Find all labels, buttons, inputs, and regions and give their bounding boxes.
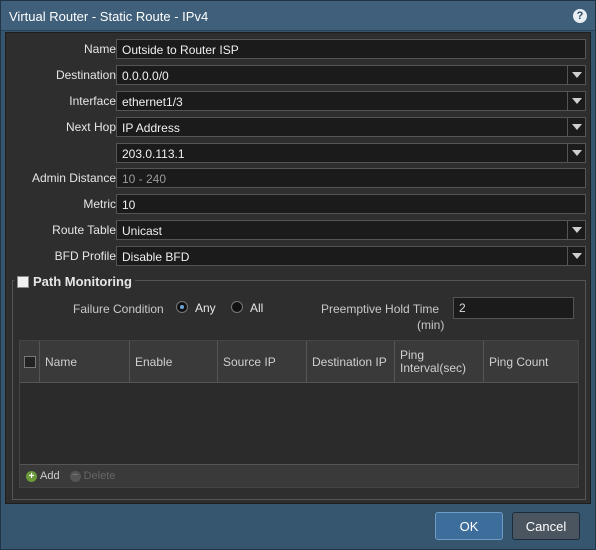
table-footer: + Add − Delete xyxy=(20,464,578,487)
metric-input[interactable]: 10 xyxy=(116,194,586,214)
route-table-select[interactable]: Unicast xyxy=(116,220,586,240)
ok-button[interactable]: OK xyxy=(435,512,503,540)
column-enable[interactable]: Enable xyxy=(130,341,218,383)
add-label: Add xyxy=(40,470,60,482)
next-hop-ip-combo[interactable]: 203.0.113.1 xyxy=(116,143,586,163)
select-all-checkbox[interactable] xyxy=(24,356,36,368)
next-hop-label: Next Hop xyxy=(65,120,116,134)
preemptive-hold-label: Preemptive Hold Time xyxy=(321,302,440,316)
destination-row: Destination 0.0.0.0/0 xyxy=(6,64,592,86)
interface-value: ethernet1/3 xyxy=(122,95,183,109)
interface-label: Interface xyxy=(69,94,116,108)
monitor-destinations-table: Name Enable Source IP Destination IP Pin… xyxy=(19,340,579,488)
route-table-label: Route Table xyxy=(52,223,116,237)
path-monitoring-header[interactable]: Path Monitoring xyxy=(14,274,135,289)
name-row: Name Outside to Router ISP xyxy=(6,38,592,60)
chevron-down-icon[interactable] xyxy=(567,247,585,265)
destination-label: Destination xyxy=(55,68,116,82)
cancel-button[interactable]: Cancel xyxy=(512,512,580,540)
route-table-value: Unicast xyxy=(122,224,163,238)
delete-button[interactable]: − Delete xyxy=(69,470,116,482)
admin-distance-label: Admin Distance xyxy=(31,171,116,185)
select-all-column[interactable] xyxy=(20,341,40,383)
next-hop-ip-value: 203.0.113.1 xyxy=(122,147,185,161)
bfd-profile-select[interactable]: Disable BFD xyxy=(116,246,586,266)
failure-condition-label: Failure Condition xyxy=(73,302,164,316)
table-header: Name Enable Source IP Destination IP Pin… xyxy=(20,341,578,383)
title-bar[interactable]: Virtual Router - Static Route - IPv4 ? xyxy=(1,1,595,31)
name-input[interactable]: Outside to Router ISP xyxy=(116,39,586,59)
chevron-down-icon[interactable] xyxy=(567,221,585,239)
delete-label: Delete xyxy=(83,470,116,482)
chevron-down-icon[interactable] xyxy=(567,144,585,162)
column-ping-interval[interactable]: Ping Interval(sec) xyxy=(395,341,484,383)
next-hop-ip-row: 203.0.113.1 xyxy=(6,142,592,164)
chevron-down-icon[interactable] xyxy=(567,66,585,84)
admin-distance-row: Admin Distance 10 - 240 xyxy=(6,167,592,189)
next-hop-select[interactable]: IP Address xyxy=(116,117,586,137)
interface-select[interactable]: ethernet1/3 xyxy=(116,91,586,111)
failure-any-radio[interactable] xyxy=(176,301,188,313)
route-table-row: Route Table Unicast xyxy=(6,219,592,241)
minus-icon: − xyxy=(69,470,81,482)
destination-combo[interactable]: 0.0.0.0/0 xyxy=(116,65,586,85)
path-monitoring-checkbox[interactable] xyxy=(17,275,29,288)
bfd-profile-row: BFD Profile Disable BFD xyxy=(6,245,592,267)
next-hop-value: IP Address xyxy=(122,121,180,135)
dialog-body: Name Outside to Router ISP Destination 0… xyxy=(5,32,591,504)
metric-row: Metric 10 xyxy=(6,193,592,215)
add-button[interactable]: + Add xyxy=(26,470,60,482)
help-icon[interactable]: ? xyxy=(573,9,587,23)
next-hop-row: Next Hop IP Address xyxy=(6,116,592,138)
bfd-profile-value: Disable BFD xyxy=(122,250,190,264)
bfd-profile-label: BFD Profile xyxy=(54,249,116,263)
interface-row: Interface ethernet1/3 xyxy=(6,90,592,112)
destination-value: 0.0.0.0/0 xyxy=(122,69,169,83)
metric-label: Metric xyxy=(83,197,116,211)
column-name[interactable]: Name xyxy=(40,341,130,383)
name-label: Name xyxy=(83,42,116,56)
column-destination-ip[interactable]: Destination IP xyxy=(307,341,395,383)
path-monitoring-label: Path Monitoring xyxy=(33,274,132,289)
preemptive-hold-input[interactable]: 2 xyxy=(453,297,574,319)
plus-icon: + xyxy=(26,470,37,482)
admin-distance-input[interactable]: 10 - 240 xyxy=(116,168,586,188)
chevron-down-icon[interactable] xyxy=(567,92,585,110)
failure-all-radio[interactable] xyxy=(231,301,243,313)
dialog-title: Virtual Router - Static Route - IPv4 xyxy=(9,9,209,24)
failure-all-label: All xyxy=(250,301,264,315)
failure-any-label: Any xyxy=(195,301,216,315)
column-ping-count[interactable]: Ping Count xyxy=(484,341,578,383)
preemptive-hold-unit: (min) xyxy=(417,318,445,332)
static-route-dialog: Virtual Router - Static Route - IPv4 ? N… xyxy=(0,0,596,550)
chevron-down-icon[interactable] xyxy=(567,118,585,136)
column-source-ip[interactable]: Source IP xyxy=(218,341,307,383)
